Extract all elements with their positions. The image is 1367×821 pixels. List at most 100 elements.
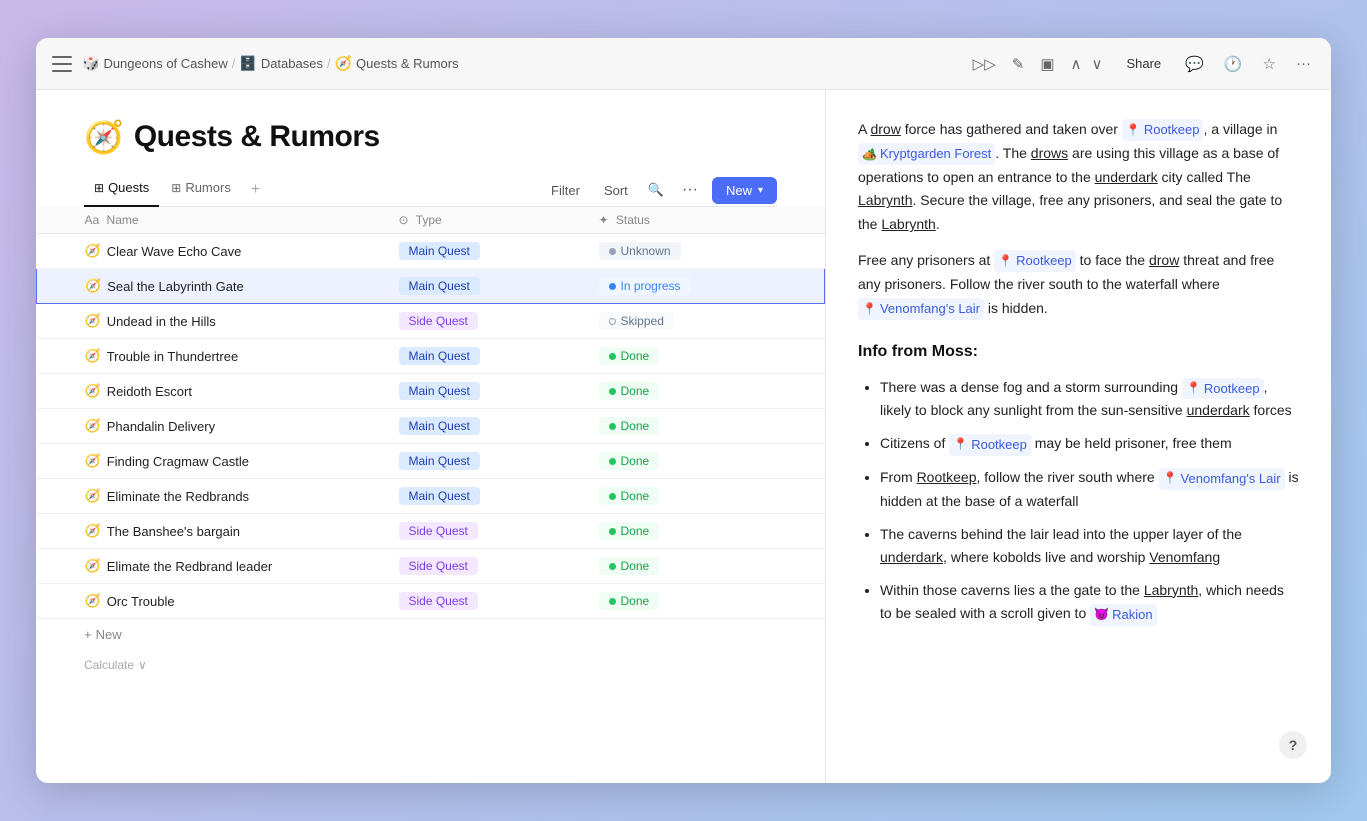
table-row[interactable]: 🧭Clear Wave Echo CaveMain QuestUnknown <box>37 234 825 269</box>
status-badge: Done <box>599 487 660 505</box>
more-options-icon[interactable]: ··· <box>1292 51 1315 76</box>
col-type-icon: ⊙ <box>399 213 409 227</box>
expand-icon[interactable]: ▷▷ <box>969 51 1000 77</box>
venomfang-mention-1[interactable]: 📍Venomfang's Lair <box>858 298 984 320</box>
nav-arrows: ∧ ∨ <box>1067 51 1107 77</box>
add-tab-button[interactable]: + <box>243 175 268 205</box>
table-container: Aa Name ⊙ Type ✦ Status <box>36 207 825 783</box>
rootkeep-mention-4[interactable]: 📍Rootkeep <box>949 434 1031 455</box>
page-title: Quests & Rumors <box>134 120 380 154</box>
type-badge: Side Quest <box>399 557 478 575</box>
kryptgarden-mention[interactable]: 🏕️Kryptgarden Forest <box>858 143 995 165</box>
row-name-cell: 🧭Orc Trouble <box>37 584 387 619</box>
underdark-text-2: underdark <box>1187 402 1250 418</box>
paragraph-1: A drow force has gathered and taken over… <box>858 118 1299 237</box>
row-emoji: 🧭 <box>85 313 101 329</box>
rumors-tab-label: Rumors <box>185 180 231 195</box>
col-name-icon: Aa <box>85 213 100 227</box>
row-status-cell: Done <box>587 549 825 584</box>
edit-icon[interactable]: ✎ <box>1008 51 1029 77</box>
calculate-label: Calculate <box>84 658 134 672</box>
row-type-cell: Side Quest <box>387 549 587 584</box>
breadcrumb-section[interactable]: 🗄️ Databases <box>239 55 323 72</box>
table-row[interactable]: 🧭Finding Cragmaw CastleMain QuestDone <box>37 444 825 479</box>
quests-tab-icon: ⊞ <box>94 181 104 195</box>
status-badge: Done <box>599 592 660 610</box>
status-badge: Done <box>599 382 660 400</box>
add-new-row[interactable]: + New <box>36 619 825 650</box>
toolbar: Filter Sort 🔍 ··· New ▾ <box>543 177 777 204</box>
row-name: 🧭Trouble in Thundertree <box>85 348 375 364</box>
status-badge: Done <box>599 452 660 470</box>
history-icon[interactable]: 🕐 <box>1220 51 1247 77</box>
paragraph-2: Free any prisoners at 📍Rootkeep to face … <box>858 249 1299 320</box>
share-button[interactable]: Share <box>1118 52 1169 75</box>
section-title: Info from Moss: <box>858 338 1299 365</box>
page-emoji: 🧭 <box>335 55 352 72</box>
col-status-icon: ✦ <box>599 213 609 227</box>
table-row[interactable]: 🧭Orc TroubleSide QuestDone <box>37 584 825 619</box>
sort-button[interactable]: Sort <box>596 179 636 202</box>
status-dot <box>609 493 616 500</box>
row-name: 🧭Elimate the Redbrand leader <box>85 558 375 574</box>
more-button[interactable]: ··· <box>676 177 704 203</box>
row-name: 🧭Undead in the Hills <box>85 313 375 329</box>
status-badge: Skipped <box>599 312 674 330</box>
breadcrumb-app[interactable]: 🎲 Dungeons of Cashew <box>82 55 228 72</box>
rootkeep-text: Rootkeep <box>917 469 977 485</box>
row-emoji: 🧭 <box>85 558 101 574</box>
table-row[interactable]: 🧭Undead in the HillsSide QuestSkipped <box>37 304 825 339</box>
row-emoji: 🧭 <box>85 488 101 504</box>
row-name-cell: 🧭The Banshee's bargain <box>37 514 387 549</box>
status-dot <box>609 528 616 535</box>
row-name: 🧭Seal the Labyrinth Gate <box>85 278 375 294</box>
breadcrumb-page[interactable]: 🧭 Quests & Rumors <box>335 55 459 72</box>
underdark-text-1: underdark <box>1095 169 1158 185</box>
type-badge: Main Quest <box>399 452 480 470</box>
table-row[interactable]: 🧭Eliminate the RedbrandsMain QuestDone <box>37 479 825 514</box>
status-dot <box>609 563 616 570</box>
drow-text-2: drow <box>1149 252 1179 268</box>
breadcrumb-app-name: Dungeons of Cashew <box>103 56 227 71</box>
nav-up-icon[interactable]: ∧ <box>1067 51 1086 77</box>
rootkeep-mention-2[interactable]: 📍Rootkeep <box>994 250 1076 272</box>
menu-icon[interactable] <box>52 56 72 72</box>
row-type-cell: Main Quest <box>387 234 587 269</box>
breadcrumb: 🎲 Dungeons of Cashew / 🗄️ Databases / 🧭 … <box>82 55 459 72</box>
calculate-row[interactable]: Calculate ∨ <box>36 650 825 680</box>
table-row[interactable]: 🧭The Banshee's bargainSide QuestDone <box>37 514 825 549</box>
row-emoji: 🧭 <box>85 243 101 259</box>
row-name-cell: 🧭Phandalin Delivery <box>37 409 387 444</box>
row-type-cell: Main Quest <box>387 444 587 479</box>
row-name-cell: 🧭Eliminate the Redbrands <box>37 479 387 514</box>
comment-icon[interactable]: 💬 <box>1181 51 1208 77</box>
row-name-cell: 🧭Reidoth Escort <box>37 374 387 409</box>
app-window: 🎲 Dungeons of Cashew / 🗄️ Databases / 🧭 … <box>36 38 1331 783</box>
table-row[interactable]: 🧭Seal the Labyrinth GateMain QuestIn pro… <box>37 269 825 304</box>
tab-rumors[interactable]: ⊞ Rumors <box>161 174 241 207</box>
new-button[interactable]: New ▾ <box>712 177 777 204</box>
breadcrumb-section-name: Databases <box>261 56 323 71</box>
type-badge: Main Quest <box>399 277 480 295</box>
status-badge: Done <box>599 347 660 365</box>
rootkeep-mention-3[interactable]: 📍Rootkeep <box>1182 378 1264 399</box>
status-dot <box>609 458 616 465</box>
venomfang-mention-2[interactable]: 📍Venomfang's Lair <box>1159 468 1285 489</box>
row-status-cell: Done <box>587 339 825 374</box>
nav-down-icon[interactable]: ∨ <box>1087 51 1106 77</box>
table-row[interactable]: 🧭Elimate the Redbrand leader Side Quest Do… <box>37 549 825 584</box>
search-icon[interactable]: 🔍 <box>644 178 668 202</box>
table-row[interactable]: 🧭Trouble in ThundertreeMain QuestDone <box>37 339 825 374</box>
star-icon[interactable]: ☆ <box>1259 51 1280 77</box>
labrynth-text-3: Labrynth <box>1144 582 1198 598</box>
help-button[interactable]: ? <box>1279 731 1307 759</box>
filter-button[interactable]: Filter <box>543 179 588 202</box>
table-row[interactable]: 🧭Phandalin DeliveryMain QuestDone <box>37 409 825 444</box>
rootkeep-mention-1[interactable]: 📍Rootkeep <box>1122 119 1204 141</box>
layout-icon[interactable]: ▣ <box>1036 51 1058 77</box>
toolbar-left: Filter Sort 🔍 ··· <box>543 177 704 203</box>
tab-quests[interactable]: ⊞ Quests <box>84 174 159 207</box>
table-row[interactable]: 🧭Reidoth EscortMain QuestDone <box>37 374 825 409</box>
rakion-mention[interactable]: 😈Rakion <box>1090 604 1156 625</box>
row-emoji: 🧭 <box>85 278 101 294</box>
